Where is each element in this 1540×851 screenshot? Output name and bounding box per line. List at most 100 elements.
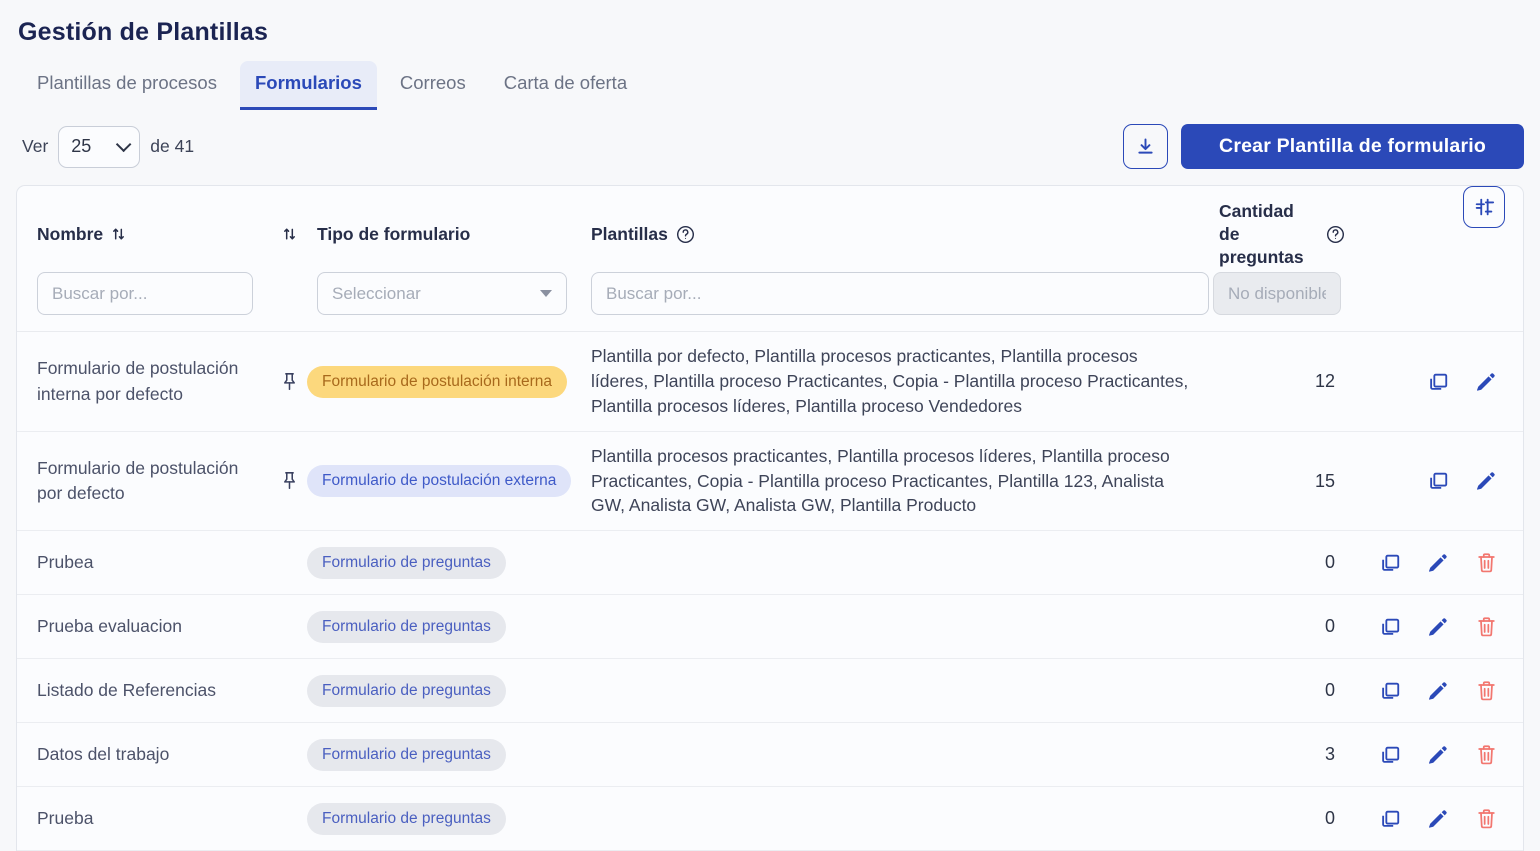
row-questions-count: 0 xyxy=(1209,808,1345,829)
download-button[interactable] xyxy=(1123,124,1168,169)
table-row: Prueba Formulario de preguntas 0 xyxy=(17,787,1523,851)
sort-arrows-icon[interactable] xyxy=(282,226,297,242)
duplicate-button[interactable] xyxy=(1427,371,1449,393)
edit-pencil-icon xyxy=(1475,371,1497,393)
edit-button[interactable] xyxy=(1427,552,1449,574)
templates-filter-input[interactable] xyxy=(591,272,1209,315)
copy-icon xyxy=(1379,808,1401,830)
type-badge: Formulario de preguntas xyxy=(307,803,506,835)
trash-icon xyxy=(1476,808,1497,830)
duplicate-button[interactable] xyxy=(1379,808,1401,830)
type-badge: Formulario de postulación externa xyxy=(307,465,571,497)
table-row: Formulario de postulación por defecto Fo… xyxy=(17,432,1523,532)
trash-icon xyxy=(1476,680,1497,702)
help-circle-icon[interactable] xyxy=(676,225,695,244)
delete-button[interactable] xyxy=(1475,616,1497,638)
copy-icon xyxy=(1379,680,1401,702)
pin-icon[interactable] xyxy=(281,372,298,392)
edit-button[interactable] xyxy=(1427,808,1449,830)
list-controls: Ver 25 de 41 Crear Plantilla de formular… xyxy=(16,124,1524,169)
row-questions-count: 12 xyxy=(1209,371,1345,392)
download-icon xyxy=(1135,136,1156,157)
delete-button[interactable] xyxy=(1475,552,1497,574)
duplicate-button[interactable] xyxy=(1379,552,1401,574)
total-count-label: de 41 xyxy=(150,136,194,157)
edit-pencil-icon xyxy=(1427,616,1449,638)
edit-pencil-icon xyxy=(1475,470,1497,492)
row-name: Prueba evaluacion xyxy=(27,600,271,653)
row-templates xyxy=(581,807,1209,831)
create-form-template-button[interactable]: Crear Plantilla de formulario xyxy=(1181,124,1524,169)
table-row: Listado de Referencias Formulario de pre… xyxy=(17,659,1523,723)
tab-plantillas-de-procesos[interactable]: Plantillas de procesos xyxy=(22,61,232,110)
type-badge: Formulario de preguntas xyxy=(307,547,506,579)
template-management-page: Gestión de Plantillas Plantillas de proc… xyxy=(0,0,1540,851)
row-questions-count: 0 xyxy=(1209,616,1345,637)
duplicate-button[interactable] xyxy=(1427,470,1449,492)
column-settings-button[interactable] xyxy=(1463,186,1505,228)
edit-pencil-icon xyxy=(1427,552,1449,574)
copy-icon xyxy=(1379,616,1401,638)
type-badge: Formulario de preguntas xyxy=(307,675,506,707)
duplicate-button[interactable] xyxy=(1379,616,1401,638)
table-row: Prubea Formulario de preguntas 0 xyxy=(17,531,1523,595)
forms-table: Nombre Tipo de formulario xyxy=(16,185,1524,851)
edit-button[interactable] xyxy=(1475,470,1497,492)
trash-icon xyxy=(1476,552,1497,574)
type-filter-placeholder: Seleccionar xyxy=(332,284,421,304)
sort-arrows-icon[interactable] xyxy=(111,226,126,242)
tab-formularios[interactable]: Formularios xyxy=(240,61,377,110)
table-row: Prueba evaluacion Formulario de pregunta… xyxy=(17,595,1523,659)
row-name: Listado de Referencias xyxy=(27,664,271,717)
row-questions-count: 3 xyxy=(1209,744,1345,765)
edit-button[interactable] xyxy=(1427,680,1449,702)
delete-button[interactable] xyxy=(1475,744,1497,766)
delete-button[interactable] xyxy=(1475,808,1497,830)
edit-pencil-icon xyxy=(1427,680,1449,702)
trash-icon xyxy=(1476,744,1497,766)
page-title: Gestión de Plantillas xyxy=(16,14,1524,61)
column-header-pinned[interactable] xyxy=(271,226,307,242)
edit-pencil-icon xyxy=(1427,808,1449,830)
edit-button[interactable] xyxy=(1427,744,1449,766)
column-header-name[interactable]: Nombre xyxy=(27,224,271,245)
type-badge: Formulario de preguntas xyxy=(307,739,506,771)
row-name: Formulario de postulación por defecto xyxy=(27,442,271,521)
row-questions-count: 15 xyxy=(1209,471,1345,492)
row-name: Prueba xyxy=(27,792,271,845)
name-filter-input[interactable] xyxy=(37,272,253,315)
edit-button[interactable] xyxy=(1475,371,1497,393)
questions-filter-input-disabled xyxy=(1213,272,1341,315)
row-name: Prubea xyxy=(27,536,271,589)
page-size-value: 25 xyxy=(71,136,91,157)
tab-correos[interactable]: Correos xyxy=(385,61,481,110)
ver-label: Ver xyxy=(22,136,48,157)
table-body: Formulario de postulación interna por de… xyxy=(17,332,1523,851)
help-circle-icon[interactable] xyxy=(1326,225,1345,244)
pin-icon[interactable] xyxy=(281,471,298,491)
column-header-type: Tipo de formulario xyxy=(307,224,581,245)
tabbar: Plantillas de procesos Formularios Corre… xyxy=(16,61,1524,110)
page-size-select[interactable]: 25 xyxy=(58,126,140,168)
column-header-templates: Plantillas xyxy=(581,224,1209,245)
tab-carta-de-oferta[interactable]: Carta de oferta xyxy=(489,61,642,110)
edit-button[interactable] xyxy=(1427,616,1449,638)
table-row: Datos del trabajo Formulario de pregunta… xyxy=(17,723,1523,787)
caret-down-icon xyxy=(540,290,552,297)
copy-icon xyxy=(1379,744,1401,766)
row-templates xyxy=(581,615,1209,639)
duplicate-button[interactable] xyxy=(1379,744,1401,766)
copy-icon xyxy=(1379,552,1401,574)
row-templates xyxy=(581,551,1209,575)
type-filter-select[interactable]: Seleccionar xyxy=(317,272,567,315)
copy-icon xyxy=(1427,470,1449,492)
row-name: Formulario de postulación interna por de… xyxy=(27,342,271,421)
duplicate-button[interactable] xyxy=(1379,680,1401,702)
row-templates xyxy=(581,679,1209,703)
row-templates xyxy=(581,743,1209,767)
type-badge: Formulario de preguntas xyxy=(307,611,506,643)
row-questions-count: 0 xyxy=(1209,552,1345,573)
table-header: Nombre Tipo de formulario xyxy=(17,186,1523,332)
copy-icon xyxy=(1427,371,1449,393)
delete-button[interactable] xyxy=(1475,680,1497,702)
